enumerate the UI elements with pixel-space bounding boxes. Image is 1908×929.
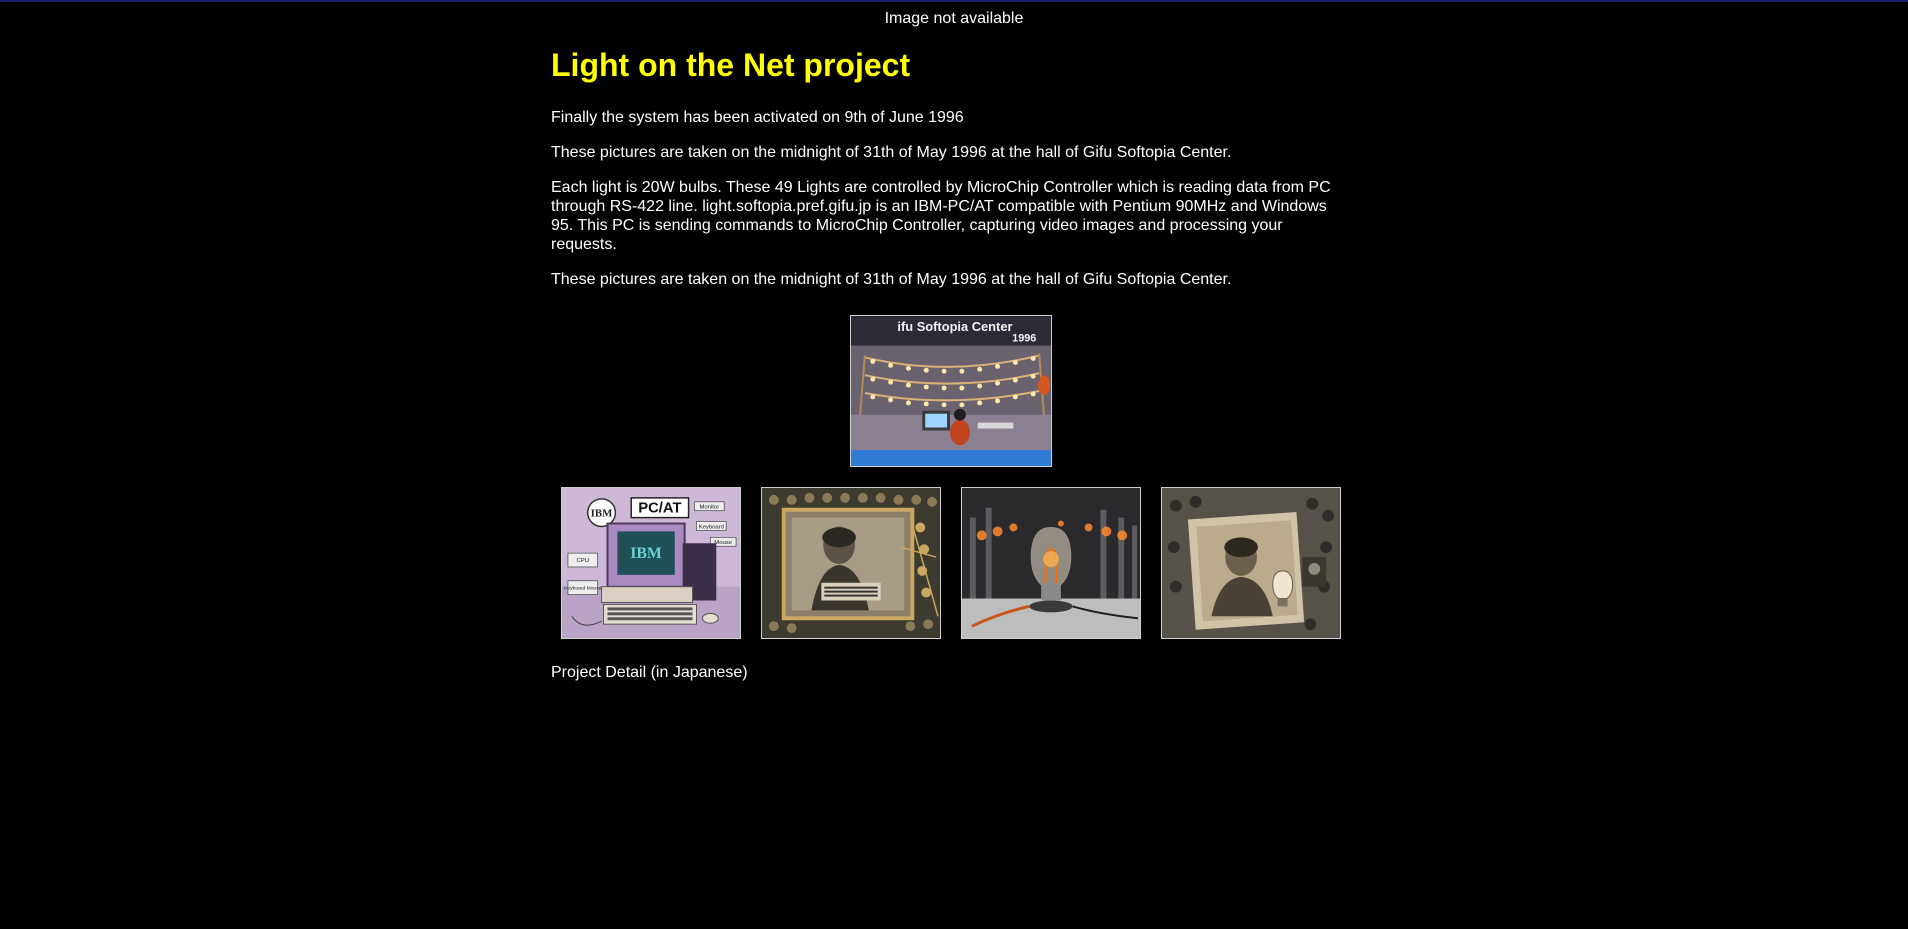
paragraph-pictures-taken-repeat: These pictures are taken on the midnight… <box>551 271 1232 288</box>
paragraph-activation: Finally the system has been activated on… <box>551 109 964 126</box>
controller-man-photo <box>762 488 940 638</box>
image-not-available-banner: Image not available <box>884 10 1024 27</box>
paragraph-pictures-taken: These pictures are taken on the midnight… <box>551 144 1232 161</box>
ibm-pc-photo: IBM PC/AT Monitor Keyboard Mouse CPU Key… <box>562 488 740 638</box>
pc-at-text: PC/AT <box>638 501 681 517</box>
label-monitor: Monitor <box>699 505 719 511</box>
label-keyboard: Keyboard <box>699 524 724 530</box>
page-title: Light on the Net project <box>551 47 911 83</box>
light-bulb-photo <box>962 488 1140 638</box>
label-cpu: CPU <box>577 558 589 564</box>
photo-light-array-link[interactable]: ifu Softopia Center 1996 <box>850 315 1052 467</box>
sign-year: 1996 <box>1012 333 1036 345</box>
ibm-brand-text: IBM <box>591 508 613 520</box>
screen-ibm-text: IBM <box>630 545 662 562</box>
project-detail-link[interactable]: Project Detail (in Japanese) <box>551 664 748 682</box>
label-mouse: Mouse <box>714 540 732 546</box>
photo-engineer-bulb-link[interactable] <box>1161 487 1341 639</box>
sign-text: ifu Softopia Center <box>897 319 1012 334</box>
light-array-photo: ifu Softopia Center 1996 <box>851 316 1051 466</box>
photo-controller-man-link[interactable] <box>761 487 941 639</box>
top-border <box>0 0 1908 2</box>
engineer-bulb-photo <box>1162 488 1340 638</box>
paragraph-system-description: Each light is 20W bulbs. These 49 Lights… <box>551 179 1331 253</box>
label-keyboard-mouse: Keyboard Mouse <box>564 586 602 592</box>
photo-ibm-pc-link[interactable]: IBM PC/AT Monitor Keyboard Mouse CPU Key… <box>561 487 741 639</box>
photo-light-bulb-link[interactable] <box>961 487 1141 639</box>
